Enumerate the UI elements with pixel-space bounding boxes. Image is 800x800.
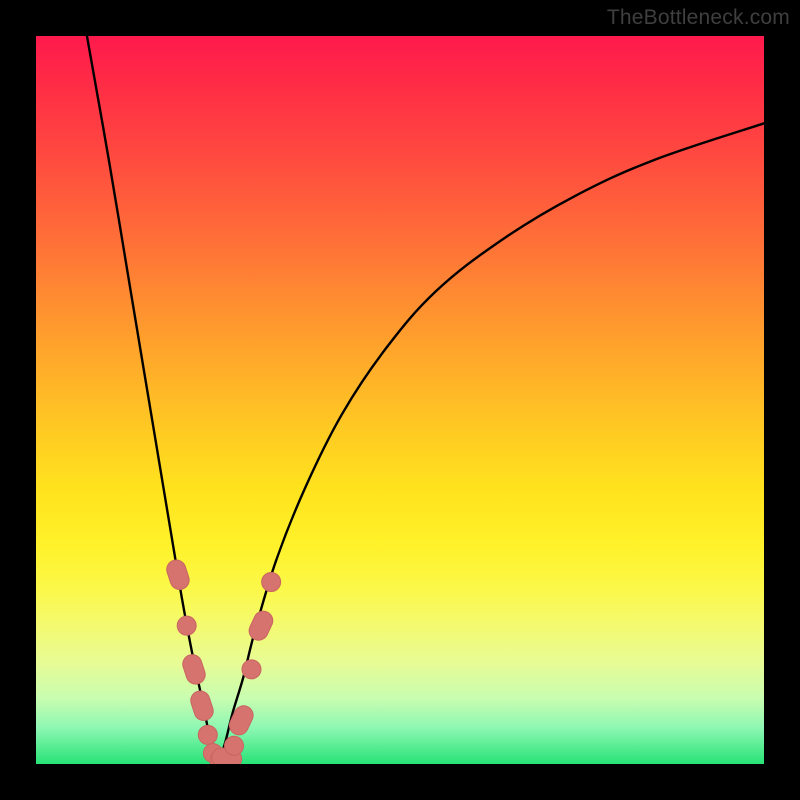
data-marker [164,558,191,592]
data-marker [246,608,276,643]
data-marker [225,736,244,755]
watermark-text: TheBottleneck.com [607,6,790,30]
data-marker [226,703,256,738]
curve-left-branch [87,36,218,764]
curve-right-branch [218,123,764,764]
data-marker [242,660,261,679]
marker-layer [164,558,280,764]
chart-svg [36,36,764,764]
chart-frame: TheBottleneck.com [0,0,800,800]
data-marker [262,573,281,592]
data-marker [177,616,196,635]
data-marker [198,725,217,744]
data-marker [188,689,215,723]
plot-area [36,36,764,764]
curve-layer [87,36,764,764]
data-marker [180,652,207,686]
